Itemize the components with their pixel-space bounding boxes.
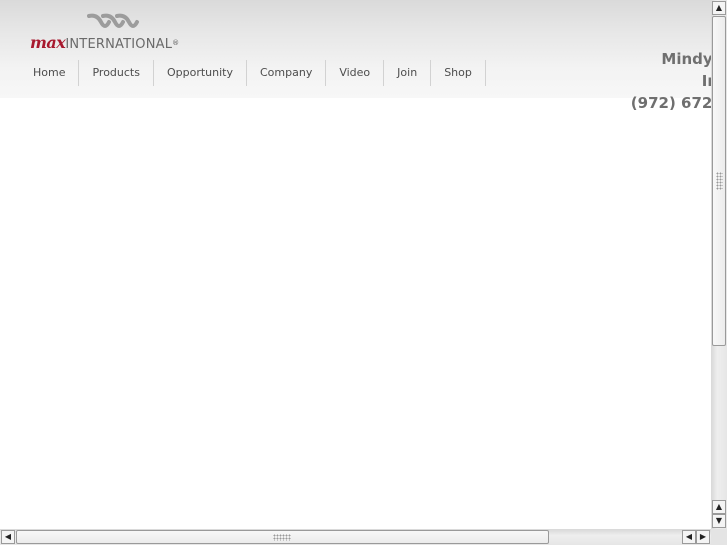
contact-name: Mindy & <box>661 50 711 68</box>
vertical-scroll-thumb[interactable] <box>712 16 726 346</box>
nav-item-products[interactable]: Products <box>79 60 154 86</box>
grip-icon <box>716 172 723 190</box>
nav-item-join[interactable]: Join <box>384 60 432 86</box>
logo-international-text: INTERNATIONAL <box>65 37 173 52</box>
logo-max-text: max <box>30 33 66 52</box>
horizontal-scroll-thumb[interactable] <box>16 530 549 544</box>
max-wave-logo-icon <box>87 13 139 28</box>
scroll-down-button[interactable]: ▼ <box>712 514 726 528</box>
site-header: maxINTERNATIONAL® Home Products Opportun… <box>0 0 711 112</box>
grip-icon <box>273 534 291 541</box>
scroll-right-button[interactable]: ▶ <box>696 530 710 544</box>
horizontal-scrollbar[interactable]: ◀ ◀ ▶ <box>0 529 711 545</box>
vertical-scrollbar[interactable]: ▲ ▲ ▼ <box>711 0 727 529</box>
scroll-left-button-right[interactable]: ◀ <box>682 530 696 544</box>
scroll-up-button[interactable]: ▲ <box>712 1 726 15</box>
scrollbar-corner <box>711 529 727 545</box>
contact-name-cont: In <box>701 72 711 90</box>
scroll-left-button[interactable]: ◀ <box>1 530 15 544</box>
page-viewport: maxINTERNATIONAL® Home Products Opportun… <box>0 0 711 529</box>
nav-item-video[interactable]: Video <box>326 60 385 86</box>
nav-item-opportunity[interactable]: Opportunity <box>154 60 247 86</box>
main-nav: Home Products Opportunity Company Video … <box>20 60 486 86</box>
nav-item-shop[interactable]: Shop <box>431 60 486 86</box>
logo-wordmark: maxINTERNATIONAL® <box>30 34 179 54</box>
nav-item-home[interactable]: Home <box>20 60 80 86</box>
max-international-logo[interactable]: maxINTERNATIONAL® <box>30 12 200 54</box>
contact-phone: (972) 672-8 <box>630 94 711 112</box>
nav-item-company[interactable]: Company <box>247 60 327 86</box>
registered-mark: ® <box>172 39 180 47</box>
scroll-up-button-lower[interactable]: ▲ <box>712 500 726 514</box>
